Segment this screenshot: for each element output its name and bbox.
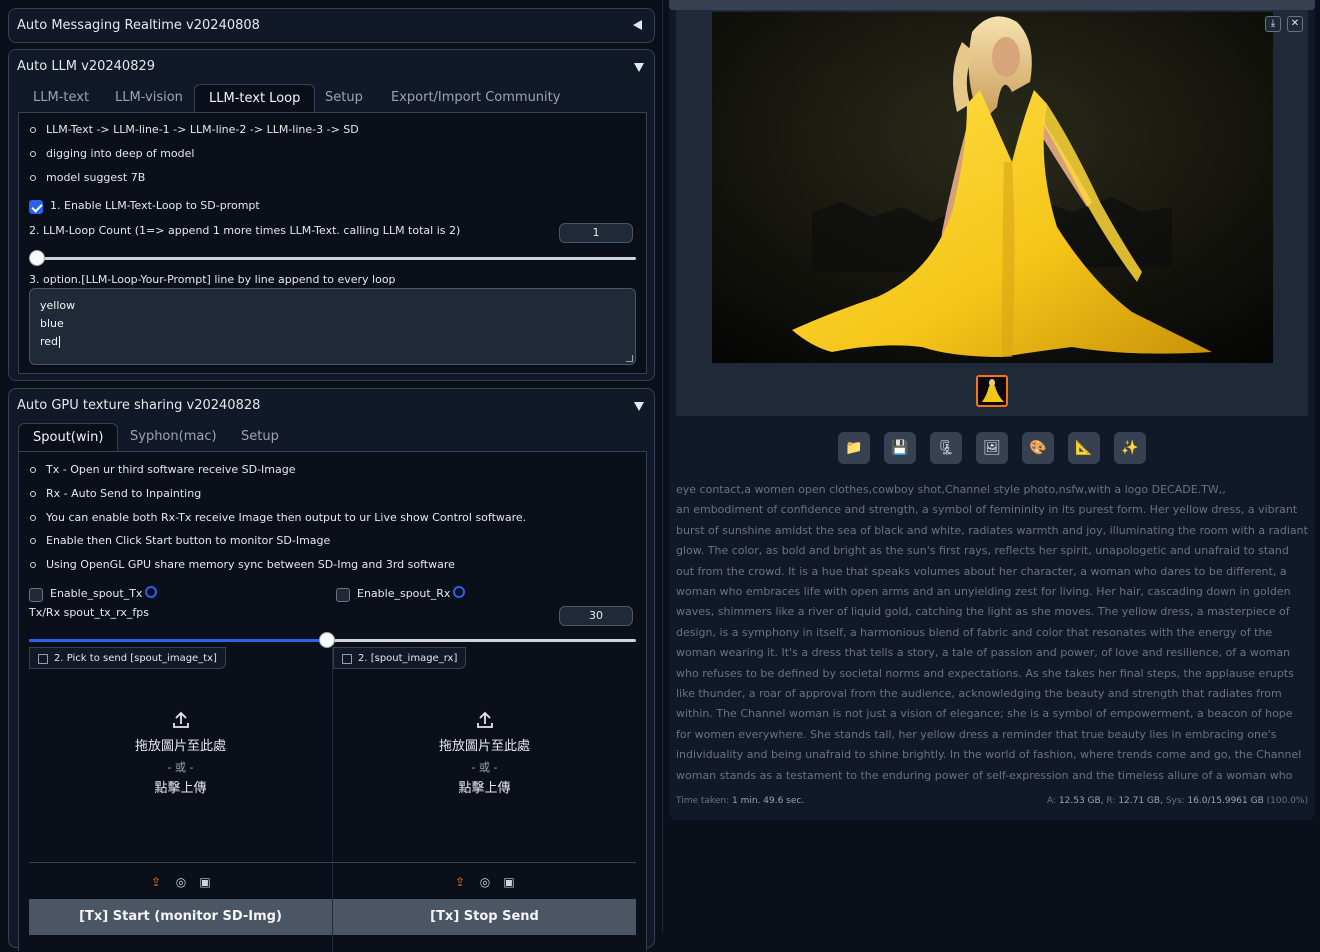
clipboard-source-icon[interactable]: ▣ [199, 876, 211, 888]
drop-text: 拖放圖片至此處 [438, 739, 530, 754]
upload-icon [476, 711, 493, 728]
click-upload-text: 點擊上傳 [154, 781, 207, 796]
loop-count-input[interactable]: 1 [559, 223, 633, 243]
tab-export-import-community[interactable]: Export/Import Community [377, 84, 574, 112]
fps-input[interactable]: 30 [559, 606, 633, 626]
zip-icon[interactable]: 🗜 [930, 432, 962, 464]
list-item: LLM-Text -> LLM-line-1 -> LLM-line-2 -> … [30, 123, 359, 136]
upload-source-icon[interactable]: ⇪ [454, 876, 466, 888]
download-icon[interactable]: ⤓ [1265, 16, 1281, 32]
save-icon[interactable]: 💾 [884, 432, 916, 464]
expand-caret-icon[interactable] [634, 63, 644, 72]
enable-spout-rx-label: Enable_spout_Rx [357, 586, 466, 600]
info-icon[interactable] [145, 586, 158, 598]
output-panel: ⤓ ✕ 📁 💾 🗜 🖼 🎨 📐 ✨ eye contact,a women open clo… [669, 0, 1315, 820]
gallery-thumbnail[interactable] [976, 375, 1008, 407]
fps-slider-fill [29, 639, 327, 642]
memory-stats: A: 12.53 GB, R: 12.71 GB, Sys: 16.0/15.9… [1047, 796, 1308, 806]
rx-image-dropzone[interactable]: 拖放圖片至此處 - 或 - 點擊上傳 [333, 710, 636, 799]
upload-source-icon[interactable]: ⇪ [150, 876, 162, 888]
textarea-line: yellow [40, 299, 76, 312]
generated-image[interactable] [712, 12, 1273, 363]
thumbnail-image [978, 377, 1006, 405]
list-item: model suggest 7B [29, 171, 146, 184]
list-item: Tx - Open ur third software receive SD-I… [30, 463, 296, 476]
clipboard-source-icon[interactable]: ▣ [503, 876, 515, 888]
palette-icon[interactable]: 🎨 [1022, 432, 1054, 464]
textarea-line: red [40, 335, 59, 348]
or-text: - 或 - [471, 761, 498, 774]
column-divider [662, 0, 663, 932]
fps-label: Tx/Rx spout_tx_rx_fps [29, 606, 149, 619]
loop-count-label: 2. LLM-Loop Count (1=> append 1 more tim… [29, 224, 461, 237]
tx-start-button[interactable]: [Tx] Start (monitor SD-Img) [29, 899, 332, 935]
tab-llm-text[interactable]: LLM-text [19, 84, 103, 112]
auto-llm-accordion: Auto LLM v20240829 LLM-text LLM-vision L… [8, 49, 655, 381]
tx-image-dropzone[interactable]: 拖放圖片至此處 - 或 - 點擊上傳 [29, 710, 332, 799]
click-upload-text: 點擊上傳 [458, 781, 511, 796]
list-item: Using OpenGL GPU share memory sync betwe… [30, 558, 455, 571]
tab-llm-vision[interactable]: LLM-vision [101, 84, 197, 112]
upload-icon [172, 711, 189, 728]
auto-gpu-accordion: Auto GPU texture sharing v20240828 Spout… [8, 388, 655, 952]
list-item: Rx - Auto Send to Inpainting [29, 487, 202, 500]
top-progress-bar [669, 0, 1315, 10]
tab-spout-win[interactable]: Spout(win) [18, 423, 119, 451]
close-icon[interactable]: ✕ [1287, 16, 1303, 32]
enable-spout-tx-label: Enable_spout_Tx [50, 586, 158, 600]
auto-messaging-title: Auto Messaging Realtime v20240808 [17, 18, 260, 33]
tab-llm-text-loop[interactable]: LLM-text Loop [194, 84, 316, 112]
time-taken: Time taken: 1 min. 49.6 sec. [676, 796, 805, 806]
sparkles-icon[interactable]: ✨ [1114, 432, 1146, 464]
spout-panel: Tx - Open ur third software receive SD-I… [18, 451, 647, 952]
ruler-icon[interactable]: 📐 [1068, 432, 1100, 464]
generation-info-text: eye contact,a women open clothes,cowboy … [676, 483, 1308, 782]
or-text: - 或 - [167, 761, 194, 774]
textarea-line: blue [40, 317, 64, 330]
tx-image-upload-label: 2. Pick to send [spout_image_tx] [29, 647, 226, 669]
info-icon[interactable] [453, 586, 466, 598]
enable-spout-tx-checkbox[interactable] [29, 588, 43, 602]
resize-handle-icon[interactable] [626, 355, 633, 362]
collapse-caret-icon[interactable] [633, 20, 642, 30]
folder-icon[interactable]: 📁 [838, 432, 870, 464]
list-item: You can enable both Rx-Tx receive Image … [29, 511, 527, 524]
auto-gpu-title: Auto GPU texture sharing v20240828 [17, 398, 261, 413]
llm-text-loop-panel: LLM-Text -> LLM-line-1 -> LLM-line-2 -> … [18, 112, 647, 374]
auto-messaging-accordion[interactable]: Auto Messaging Realtime v20240808 [8, 8, 655, 43]
enable-llm-text-loop-checkbox[interactable] [29, 200, 43, 214]
webcam-source-icon[interactable]: ◎ [175, 876, 187, 888]
enable-llm-text-loop-label: 1. Enable LLM-Text-Loop to SD-prompt [50, 199, 260, 212]
list-item: digging into deep of model [29, 147, 195, 160]
enable-spout-rx-checkbox[interactable] [336, 588, 350, 602]
tab-setup[interactable]: Setup [227, 423, 293, 451]
drop-text: 拖放圖片至此處 [134, 739, 226, 754]
expand-caret-icon[interactable] [634, 402, 644, 411]
loop-prompt-textarea[interactable]: yellow blue red [29, 288, 636, 365]
tab-setup[interactable]: Setup [311, 84, 377, 112]
tab-syphon-mac[interactable]: Syphon(mac) [116, 423, 231, 451]
list-item: Enable then Click Start button to monito… [29, 534, 331, 547]
image-viewer: ⤓ ✕ [676, 10, 1308, 416]
tx-stop-button[interactable]: [Tx] Stop Send [333, 899, 636, 935]
auto-llm-title: Auto LLM v20240829 [17, 59, 156, 74]
loop-count-slider-track[interactable] [29, 257, 636, 260]
fps-slider-thumb[interactable] [318, 632, 335, 648]
loop-count-slider-thumb[interactable] [29, 250, 45, 266]
rx-image-upload-label: 2. [spout_image_rx] [333, 647, 467, 669]
image-icon[interactable]: 🖼 [976, 432, 1008, 464]
webcam-source-icon[interactable]: ◎ [479, 876, 491, 888]
loop-prompt-label: 3. option.[LLM-Loop-Your-Prompt] line by… [29, 273, 396, 286]
upload-bottom-line [29, 862, 636, 863]
